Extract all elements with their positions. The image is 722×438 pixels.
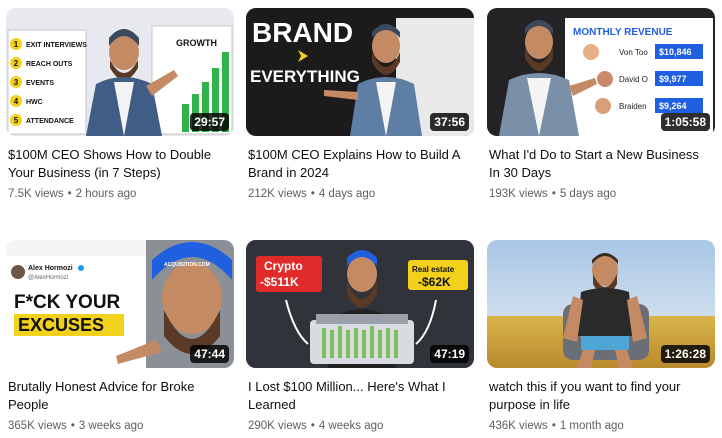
person-name: Braiden bbox=[619, 102, 647, 111]
view-count: 365K views bbox=[8, 420, 67, 432]
video-title[interactable]: watch this if you want to find your purp… bbox=[487, 378, 713, 414]
upload-age: 1 month ago bbox=[559, 420, 624, 432]
view-count: 436K views bbox=[489, 420, 548, 432]
video-thumbnail[interactable]: 1:26:28 bbox=[487, 240, 715, 368]
separator-dot: • bbox=[67, 188, 72, 200]
list-number: 2 bbox=[14, 59, 19, 68]
loss-label: Crypto bbox=[264, 259, 303, 273]
video-card[interactable]: Crypto -$511K Real estate -$62K 47:19 I … bbox=[246, 240, 474, 434]
video-duration: 29:57 bbox=[190, 113, 229, 131]
person-name: David O bbox=[619, 75, 648, 84]
avatar bbox=[11, 265, 25, 279]
separator-dot: • bbox=[70, 420, 75, 432]
loss-value: -$511K bbox=[260, 275, 299, 289]
video-metadata: 290K views • 4 weeks ago bbox=[246, 418, 474, 434]
upload-age: 4 weeks ago bbox=[318, 420, 384, 432]
loss-value: -$62K bbox=[418, 275, 451, 289]
video-thumbnail[interactable]: Crypto -$511K Real estate -$62K 47:19 bbox=[246, 240, 474, 368]
loss-label: Real estate bbox=[412, 265, 455, 274]
video-duration: 1:05:58 bbox=[660, 113, 710, 131]
video-metadata: 436K views • 1 month ago bbox=[487, 418, 715, 434]
video-title[interactable]: I Lost $100 Million... Here's What I Lea… bbox=[246, 378, 472, 414]
list-item: ATTENDANCE bbox=[26, 118, 74, 125]
video-thumbnail[interactable]: Alex Hormozi @AlexHormozi F*CK YOUR EXCU… bbox=[6, 240, 234, 368]
person-name: Von Too bbox=[619, 48, 648, 57]
thumb-headline: EXCUSES bbox=[18, 315, 104, 335]
verified-icon bbox=[78, 265, 84, 271]
list-number: 3 bbox=[14, 78, 19, 87]
view-count: 290K views bbox=[248, 420, 307, 432]
list-item: HWC bbox=[26, 99, 43, 106]
video-duration: 47:19 bbox=[430, 345, 469, 363]
revenue-header: MONTHLY REVENUE bbox=[573, 27, 673, 38]
video-metadata: 212K views • 4 days ago bbox=[246, 186, 474, 202]
video-metadata: 193K views • 5 days ago bbox=[487, 186, 715, 202]
list-number: 5 bbox=[14, 116, 19, 125]
video-metadata: 365K views • 3 weeks ago bbox=[6, 418, 234, 434]
video-metadata: 7.5K views • 2 hours ago bbox=[6, 186, 234, 202]
video-duration: 47:44 bbox=[190, 345, 229, 363]
video-duration: 37:56 bbox=[430, 113, 469, 131]
separator-dot: • bbox=[310, 188, 315, 200]
view-count: 193K views bbox=[489, 188, 548, 200]
list-number: 4 bbox=[14, 97, 19, 106]
revenue-amount: $10,846 bbox=[659, 47, 692, 57]
revenue-amount: $9,264 bbox=[659, 101, 687, 111]
thumb-headline: F*CK YOUR bbox=[14, 292, 121, 313]
list-item: EXIT INTERVIEWS bbox=[26, 42, 87, 49]
video-card[interactable]: Alex Hormozi @AlexHormozi F*CK YOUR EXCU… bbox=[6, 240, 234, 434]
video-duration: 1:26:28 bbox=[660, 345, 710, 363]
video-card[interactable]: 1:26:28 watch this if you want to find y… bbox=[487, 240, 715, 434]
video-card[interactable]: MONTHLY REVENUE Von Too David O Braiden … bbox=[487, 8, 715, 202]
everything-text: EVERYTHING bbox=[250, 67, 360, 86]
list-item: REACH OUTS bbox=[26, 61, 73, 68]
brand-text: BRAND bbox=[252, 17, 353, 48]
separator-dot: • bbox=[310, 420, 315, 432]
tweet-handle: @AlexHormozi bbox=[28, 275, 68, 281]
video-card[interactable]: 1 2 3 4 5 EXIT INTERVIEWS REACH OUTS EVE… bbox=[6, 8, 234, 202]
video-title[interactable]: $100M CEO Shows How to Double Your Busin… bbox=[6, 146, 232, 182]
upload-age: 2 hours ago bbox=[75, 188, 137, 200]
view-count: 212K views bbox=[248, 188, 307, 200]
tweet-author: Alex Hormozi bbox=[28, 265, 73, 272]
growth-label: GROWTH bbox=[176, 38, 217, 48]
upload-age: 4 days ago bbox=[318, 188, 376, 200]
video-card[interactable]: BRAND EVERYTHING 37:56 $100M CEO Explain… bbox=[246, 8, 474, 202]
video-thumbnail[interactable]: BRAND EVERYTHING 37:56 bbox=[246, 8, 474, 136]
upload-age: 5 days ago bbox=[559, 188, 617, 200]
separator-dot: • bbox=[551, 420, 556, 432]
view-count: 7.5K views bbox=[8, 188, 64, 200]
upload-age: 3 weeks ago bbox=[78, 420, 144, 432]
revenue-amount: $9,977 bbox=[659, 74, 687, 84]
hat-label: ACQUISITION.COM bbox=[164, 262, 210, 268]
video-title[interactable]: $100M CEO Explains How to Build A Brand … bbox=[246, 146, 472, 182]
video-title[interactable]: What I'd Do to Start a New Business In 3… bbox=[487, 146, 713, 182]
list-number: 1 bbox=[14, 40, 19, 49]
video-title[interactable]: Brutally Honest Advice for Broke People bbox=[6, 378, 232, 414]
video-thumbnail[interactable]: 1 2 3 4 5 EXIT INTERVIEWS REACH OUTS EVE… bbox=[6, 8, 234, 136]
video-thumbnail[interactable]: MONTHLY REVENUE Von Too David O Braiden … bbox=[487, 8, 715, 136]
separator-dot: • bbox=[551, 188, 556, 200]
list-item: EVENTS bbox=[26, 80, 54, 87]
